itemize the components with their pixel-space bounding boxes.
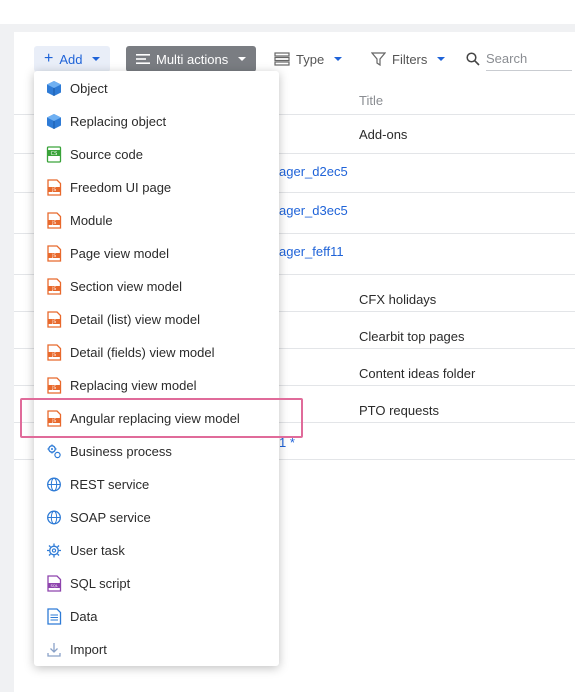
menu-item-label: Business process — [70, 444, 172, 459]
top-bar — [0, 0, 575, 24]
filters-button[interactable]: Filters — [371, 46, 446, 72]
gear-icon — [46, 542, 62, 559]
object-icon — [46, 113, 62, 130]
js-file-icon: JS — [46, 377, 62, 394]
chevron-down-icon — [92, 57, 101, 61]
list-icon — [136, 54, 150, 64]
chevron-down-icon — [238, 57, 247, 61]
row-name-link[interactable]: ager_d2ec5 — [279, 164, 348, 179]
sql-file-icon: SQL — [46, 575, 62, 592]
menu-item-replacing-view-model[interactable]: JS Replacing view model — [34, 369, 279, 402]
row-title: PTO requests — [359, 403, 439, 418]
multi-actions-label: Multi actions — [156, 51, 229, 67]
menu-item-label: Section view model — [70, 279, 182, 294]
globe-icon — [46, 509, 62, 526]
add-dropdown-menu: Object Replacing object CS Source code J… — [34, 71, 279, 666]
js-file-icon: JS — [46, 344, 62, 361]
js-file-icon: JS — [46, 410, 62, 427]
import-icon — [46, 641, 62, 658]
svg-text:JS: JS — [51, 418, 56, 423]
menu-item-label: Page view model — [70, 246, 169, 261]
menu-item-label: SOAP service — [70, 510, 151, 525]
menu-item-import[interactable]: Import — [34, 633, 279, 666]
menu-item-detail-fields-view-model[interactable]: JS Detail (fields) view model — [34, 336, 279, 369]
menu-item-sql-script[interactable]: SQL SQL script — [34, 567, 279, 600]
menu-item-label: Angular replacing view model — [70, 411, 240, 426]
title-column-header[interactable]: Title — [359, 93, 383, 108]
business-process-icon — [46, 443, 62, 460]
menu-item-soap-service[interactable]: SOAP service — [34, 501, 279, 534]
add-button[interactable]: + Add — [34, 46, 111, 72]
search-box — [466, 46, 575, 72]
menu-item-section-view-model[interactable]: JS Section view model — [34, 270, 279, 303]
chevron-down-icon — [437, 57, 446, 61]
js-file-icon: JS — [46, 278, 62, 295]
filters-label: Filters — [392, 51, 428, 67]
menu-item-label: Source code — [70, 147, 143, 162]
menu-item-replacing-object[interactable]: Replacing object — [34, 105, 279, 138]
menu-item-label: Import — [70, 642, 107, 657]
js-file-icon: JS — [46, 179, 62, 196]
menu-item-label: User task — [70, 543, 125, 558]
menu-item-label: SQL script — [70, 576, 131, 591]
row-name-link[interactable]: ager_d3ec5 — [279, 203, 348, 218]
row-name-link[interactable]: 1 * — [279, 435, 295, 450]
menu-item-label: Object — [70, 81, 108, 96]
menu-item-source-code[interactable]: CS Source code — [34, 138, 279, 171]
menu-item-module[interactable]: JS Module — [34, 204, 279, 237]
type-button[interactable]: Type — [274, 46, 343, 72]
menu-item-object[interactable]: Object — [34, 72, 279, 105]
menu-item-user-task[interactable]: User task — [34, 534, 279, 567]
search-input[interactable] — [486, 47, 572, 71]
row-title: Clearbit top pages — [359, 329, 465, 344]
menu-item-angular-replacing-view-model[interactable]: JS Angular replacing view model — [34, 402, 279, 435]
row-title: CFX holidays — [359, 292, 437, 307]
svg-text:JS: JS — [51, 253, 56, 258]
svg-text:JS: JS — [51, 319, 56, 324]
menu-item-label: REST service — [70, 477, 150, 492]
svg-text:SQL: SQL — [50, 583, 58, 588]
add-button-label: Add — [59, 51, 83, 67]
object-icon — [46, 80, 62, 97]
source-code-icon: CS — [46, 146, 62, 163]
filter-icon — [371, 52, 386, 66]
js-file-icon: JS — [46, 245, 62, 262]
stack-icon — [274, 52, 290, 66]
svg-text:JS: JS — [51, 286, 56, 291]
menu-item-rest-service[interactable]: REST service — [34, 468, 279, 501]
svg-text:JS: JS — [51, 220, 56, 225]
row-title: Add-ons — [359, 127, 408, 142]
svg-text:JS: JS — [51, 385, 56, 390]
menu-item-business-process[interactable]: Business process — [34, 435, 279, 468]
multi-actions-button[interactable]: Multi actions — [126, 46, 257, 72]
menu-item-label: Detail (fields) view model — [70, 345, 215, 360]
globe-icon — [46, 476, 62, 493]
plus-icon: + — [44, 50, 54, 67]
search-icon — [466, 52, 480, 66]
menu-item-freedom-ui-page[interactable]: JS Freedom UI page — [34, 171, 279, 204]
js-file-icon: JS — [46, 311, 62, 328]
js-file-icon: JS — [46, 212, 62, 229]
row-name-link[interactable]: ager_feff11 — [279, 244, 344, 259]
row-title: Content ideas folder — [359, 366, 476, 381]
menu-item-label: Replacing view model — [70, 378, 197, 393]
menu-item-detail-list-view-model[interactable]: JS Detail (list) view model — [34, 303, 279, 336]
menu-item-label: Freedom UI page — [70, 180, 172, 195]
svg-text:JS: JS — [51, 187, 56, 192]
svg-text:JS: JS — [51, 352, 56, 357]
type-label: Type — [296, 51, 325, 67]
menu-item-label: Data — [70, 609, 98, 624]
menu-item-label: Module — [70, 213, 113, 228]
menu-item-label: Detail (list) view model — [70, 312, 201, 327]
menu-item-page-view-model[interactable]: JS Page view model — [34, 237, 279, 270]
menu-item-label: Replacing object — [70, 114, 167, 129]
chevron-down-icon — [334, 57, 343, 61]
svg-text:CS: CS — [51, 151, 58, 157]
menu-item-data[interactable]: Data — [34, 600, 279, 633]
data-file-icon — [46, 608, 62, 625]
